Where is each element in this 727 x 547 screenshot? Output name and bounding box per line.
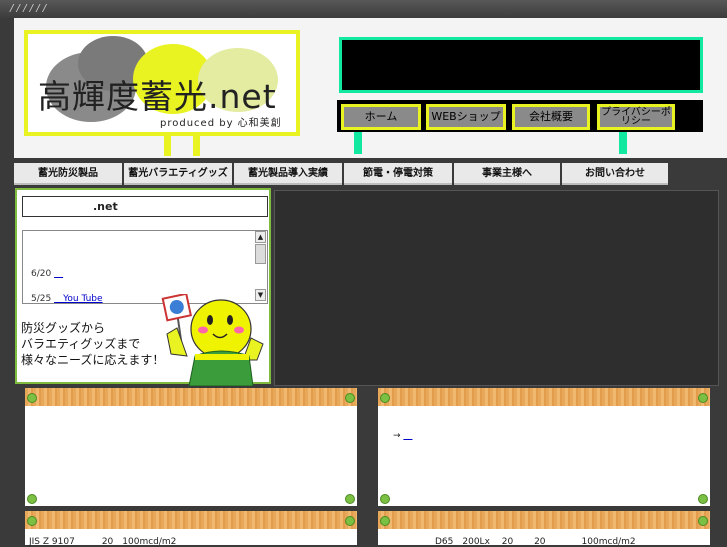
flag-icon bbox=[161, 294, 193, 322]
scrollbar-up-arrow[interactable]: ▲ bbox=[255, 231, 266, 243]
arrow-icon: → bbox=[393, 431, 401, 441]
pin-icon bbox=[345, 516, 355, 526]
mascot-line: バラエティグッズまで bbox=[21, 337, 141, 351]
pin-icon bbox=[27, 393, 37, 403]
news-item: 5/25 You Tube bbox=[31, 291, 103, 304]
mascot-caption: 防災グッズから バラエティグッズまで 様々なニーズに応えます！ bbox=[21, 320, 164, 368]
card-link[interactable] bbox=[403, 431, 412, 441]
logo-subtitle: produced by 心和美創 bbox=[160, 118, 282, 129]
news-link[interactable]: You Tube bbox=[54, 294, 102, 303]
main-slideshow bbox=[274, 190, 719, 386]
tab-variety-goods[interactable]: 蓄光バラエティグッズ bbox=[124, 163, 232, 185]
tab-business[interactable]: 事業主様へ bbox=[454, 163, 560, 185]
pin-icon bbox=[27, 494, 37, 504]
mascot-illustration bbox=[161, 294, 264, 386]
news-item: 6/20 bbox=[31, 266, 63, 279]
main-nav: ホーム WEBショップ 会社概要 プライバシーポリシー bbox=[337, 100, 703, 132]
header-banner bbox=[339, 37, 703, 93]
tab-contact[interactable]: お問い合わせ bbox=[562, 163, 668, 185]
net-title-box: .net bbox=[22, 196, 268, 217]
pin-icon bbox=[380, 494, 390, 504]
card-spec-text: D65 200Lx 20 20 100mcd/m2 bbox=[435, 537, 636, 547]
top-slashes: / / / / / / bbox=[10, 3, 47, 14]
pin-icon bbox=[27, 516, 37, 526]
banner-post-right bbox=[619, 132, 627, 154]
wood-header bbox=[25, 388, 357, 406]
wood-header bbox=[378, 388, 710, 406]
news-list: 6/20 5/25 You Tube ▲ ▼ bbox=[22, 230, 268, 304]
scrollbar-thumb[interactable] bbox=[255, 244, 266, 264]
tab-installation-record[interactable]: 蓄光製品導入実績 bbox=[234, 163, 342, 185]
tab-power-saving[interactable]: 節電・停電対策 bbox=[344, 163, 452, 185]
nav-privacy-button[interactable]: プライバシーポリシー bbox=[597, 104, 675, 130]
logo-title: 高輝度蓄光.net bbox=[38, 77, 277, 116]
mascot-line: 様々なニーズに応えます！ bbox=[21, 353, 165, 367]
info-card-right-bottom: D65 200Lx 20 20 100mcd/m2 bbox=[378, 511, 710, 547]
nav-home-button[interactable]: ホーム bbox=[341, 104, 421, 130]
pin-icon bbox=[698, 494, 708, 504]
pin-icon bbox=[698, 393, 708, 403]
logo-post-right bbox=[193, 134, 200, 156]
pin-icon bbox=[698, 516, 708, 526]
banner-post-left bbox=[354, 132, 362, 154]
wood-header bbox=[378, 511, 710, 529]
info-card-right-top: → bbox=[378, 388, 710, 506]
pin-icon bbox=[345, 494, 355, 504]
site-header: 高輝度蓄光.net produced by 心和美創 ホーム WEBショップ 会… bbox=[14, 18, 727, 158]
news-link[interactable] bbox=[54, 269, 63, 279]
logo-post-left bbox=[164, 134, 171, 156]
net-label: .net bbox=[93, 200, 118, 213]
card-link-row: → bbox=[393, 428, 412, 441]
news-date: 5/25 bbox=[31, 294, 52, 304]
wood-header bbox=[25, 511, 357, 529]
pin-icon bbox=[380, 516, 390, 526]
top-stripe: / / / / / / bbox=[0, 0, 727, 18]
nav-webshop-button[interactable]: WEBショップ bbox=[426, 104, 506, 130]
site-logo[interactable]: 高輝度蓄光.net produced by 心和美創 bbox=[24, 30, 300, 136]
category-tabs: 蓄光防災製品 蓄光バラエティグッズ 蓄光製品導入実績 節電・停電対策 事業主様へ… bbox=[14, 163, 674, 185]
news-date: 6/20 bbox=[31, 269, 52, 279]
info-card-left-bottom: JIS Z 9107 20 100mcd/m2 bbox=[25, 511, 357, 547]
pin-icon bbox=[380, 393, 390, 403]
tab-disaster-products[interactable]: 蓄光防災製品 bbox=[14, 163, 122, 185]
pin-icon bbox=[345, 393, 355, 403]
mascot-line: 防災グッズから bbox=[21, 321, 106, 335]
side-panel: .net 6/20 5/25 You Tube ▲ ▼ 防災グッズから バラエテ… bbox=[15, 188, 271, 386]
card-spec-text: JIS Z 9107 20 100mcd/m2 bbox=[29, 537, 177, 547]
info-card-left-top bbox=[25, 388, 357, 506]
nav-company-button[interactable]: 会社概要 bbox=[512, 104, 590, 130]
